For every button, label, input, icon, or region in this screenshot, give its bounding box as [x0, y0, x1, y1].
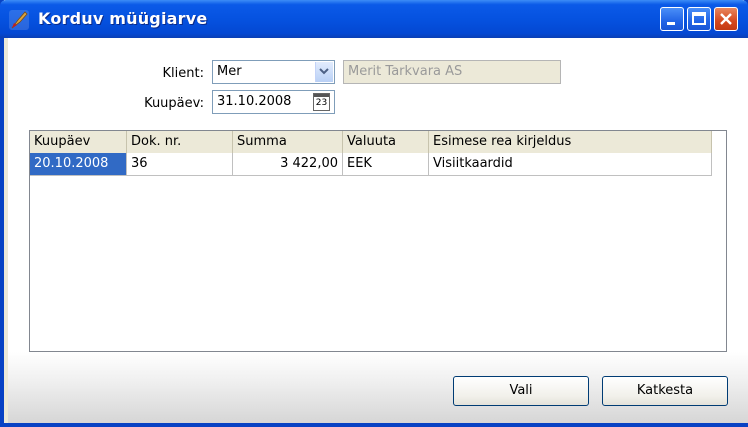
calendar-icon[interactable]: 23 [313, 93, 330, 111]
dialog-window: Korduv müügiarve Klient: Mer Merit Tarkv… [0, 0, 748, 427]
cell-currency[interactable]: EEK [343, 153, 429, 176]
close-icon [720, 13, 732, 25]
column-header-currency[interactable]: Valuuta [343, 131, 429, 153]
date-input[interactable]: 31.10.2008 23 [212, 90, 335, 114]
client-label: Klient: [162, 66, 204, 81]
button-panel: Vali Katkesta [8, 352, 748, 423]
cell-date[interactable]: 20.10.2008 [30, 153, 127, 176]
date-value: 31.10.2008 [217, 94, 292, 109]
app-icon [9, 10, 29, 30]
dialog-content: Klient: Mer Merit Tarkvara AS Kuupäev: 3… [8, 38, 748, 423]
table-header: Kuupäev Dok. nr. Summa Valuuta Esimese r… [30, 131, 712, 154]
chevron-down-icon [319, 68, 329, 75]
select-button[interactable]: Vali [453, 376, 589, 406]
client-name-field: Merit Tarkvara AS [343, 60, 561, 84]
close-button[interactable] [714, 7, 738, 31]
client-name: Merit Tarkvara AS [348, 64, 463, 79]
maximize-icon [692, 12, 706, 25]
minimize-icon [667, 22, 675, 25]
cell-sum[interactable]: 3 422,00 [233, 153, 343, 176]
client-dropdown-button[interactable] [315, 62, 333, 82]
maximize-button[interactable] [687, 7, 711, 31]
cell-doc-nr[interactable]: 36 [127, 153, 233, 176]
column-header-description[interactable]: Esimese rea kirjeldus [429, 131, 712, 153]
cell-description[interactable]: Visiitkaardid [429, 153, 712, 176]
window-title: Korduv müügiarve [38, 9, 208, 28]
minimize-button[interactable] [660, 7, 684, 31]
table-row[interactable]: 20.10.2008 36 3 422,00 EEK Visiitkaardid [30, 153, 712, 176]
client-value: Mer [217, 64, 242, 79]
column-header-doc-nr[interactable]: Dok. nr. [127, 131, 233, 153]
date-label: Kuupäev: [144, 96, 204, 111]
invoice-table[interactable]: Kuupäev Dok. nr. Summa Valuuta Esimese r… [29, 130, 727, 352]
column-header-date[interactable]: Kuupäev [30, 131, 127, 153]
cancel-button[interactable]: Katkesta [602, 376, 728, 406]
title-bar[interactable]: Korduv müügiarve [0, 0, 748, 38]
column-header-sum[interactable]: Summa [233, 131, 343, 153]
filter-form: Klient: Mer Merit Tarkvara AS Kuupäev: 3… [8, 38, 748, 130]
client-combobox[interactable]: Mer [212, 60, 335, 84]
